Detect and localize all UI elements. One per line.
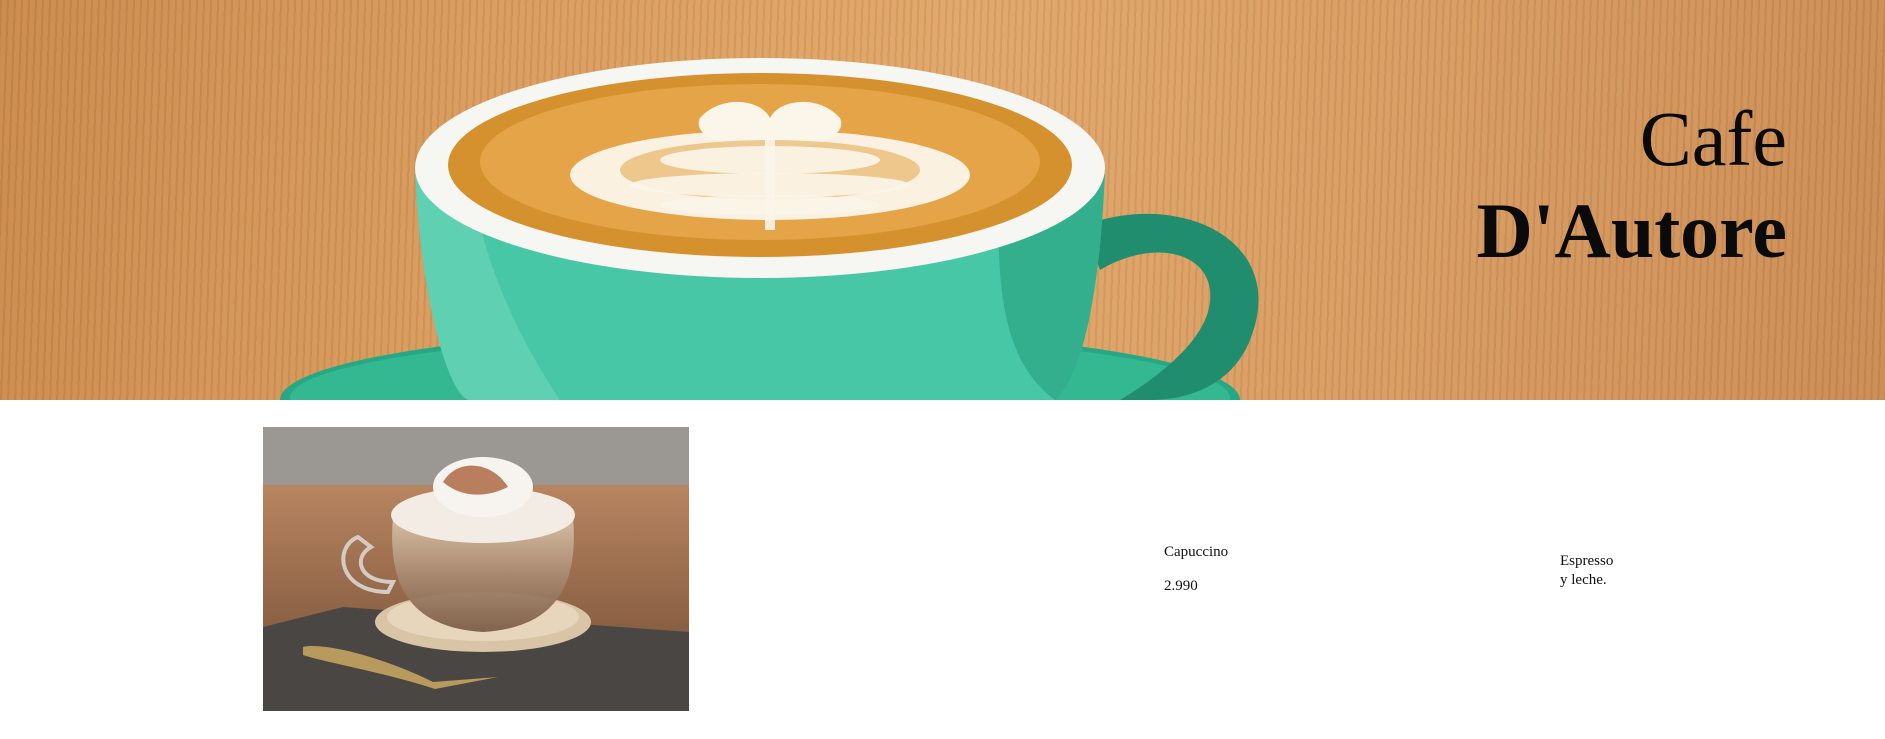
description-line-1: Espresso: [1560, 553, 1614, 569]
hero-banner: Cafe D'Autore: [0, 0, 1885, 400]
description-line-2: y leche.: [1560, 572, 1607, 588]
product-name: Capuccino: [1164, 544, 1229, 560]
capuccino-image: [263, 427, 689, 711]
product-price: 2.990: [1164, 578, 1198, 594]
cafe-title: Cafe D'Autore: [1476, 100, 1787, 270]
title-line-cafe: Cafe: [1639, 95, 1787, 182]
title-line-dautore: D'Autore: [1476, 187, 1787, 274]
product-description: Espresso y leche.: [1560, 552, 1650, 590]
capuccino-photo: [263, 427, 689, 711]
